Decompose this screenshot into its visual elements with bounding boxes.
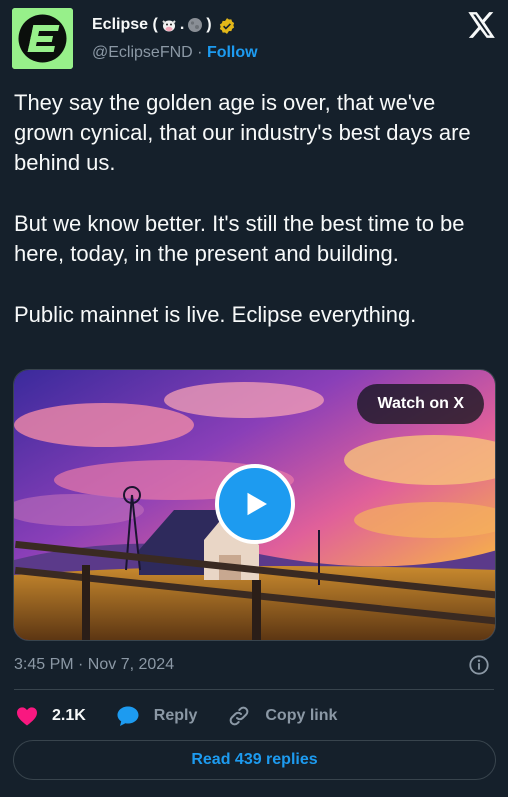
reply-button[interactable]: Reply [116, 705, 198, 727]
author-handle[interactable]: @EclipseFND [92, 44, 193, 61]
author-name[interactable]: Eclipse ( . ) [92, 16, 234, 34]
author-name-text: Eclipse ( [92, 16, 158, 33]
watch-on-x-button[interactable]: Watch on X [357, 384, 484, 424]
info-icon[interactable] [468, 654, 490, 676]
tweet-embed-card: Eclipse ( . ) @EclipseFND · Follow They … [0, 0, 508, 797]
author-name-separator: . [179, 16, 185, 33]
tweet-meta: 3:45 PM · Nov 7, 2024 [14, 654, 494, 678]
tweet-header: Eclipse ( . ) @EclipseFND · Follow [12, 8, 496, 72]
tweet-actions: 2.1K Reply Copy link [16, 704, 367, 728]
copy-link-label: Copy link [265, 707, 338, 724]
read-replies-button[interactable]: Read 439 replies [13, 740, 496, 780]
author-name-suffix: ) [206, 16, 212, 33]
handle-separator: · [197, 44, 203, 61]
x-logo-icon[interactable] [468, 12, 496, 38]
moon-emoji-icon [187, 17, 203, 33]
tweet-paragraph: They say the golden age is over, that we… [14, 90, 471, 175]
play-button[interactable] [215, 464, 295, 544]
heart-icon [17, 707, 37, 726]
reply-icon [117, 706, 139, 726]
avatar[interactable] [12, 8, 73, 69]
like-count: 2.1K [52, 707, 86, 724]
like-button[interactable]: 2.1K [16, 706, 86, 726]
play-icon [247, 492, 267, 516]
link-icon [230, 706, 249, 726]
tweet-paragraph: But we know better. It's still the best … [14, 211, 465, 266]
author-handle-row: @EclipseFND · Follow [92, 44, 258, 62]
tweet-paragraph: Public mainnet is live. Eclipse everythi… [14, 302, 417, 327]
verified-badge-icon [218, 17, 234, 34]
cow-emoji-icon [161, 17, 177, 33]
tweet-timestamp[interactable]: 3:45 PM · Nov 7, 2024 [14, 656, 174, 674]
divider [14, 689, 494, 690]
copy-link-button[interactable]: Copy link [227, 704, 337, 728]
follow-button[interactable]: Follow [207, 44, 258, 61]
tweet-text: They say the golden age is over, that we… [14, 88, 498, 330]
video-media[interactable]: Watch on X [13, 369, 496, 641]
reply-label: Reply [153, 707, 198, 724]
